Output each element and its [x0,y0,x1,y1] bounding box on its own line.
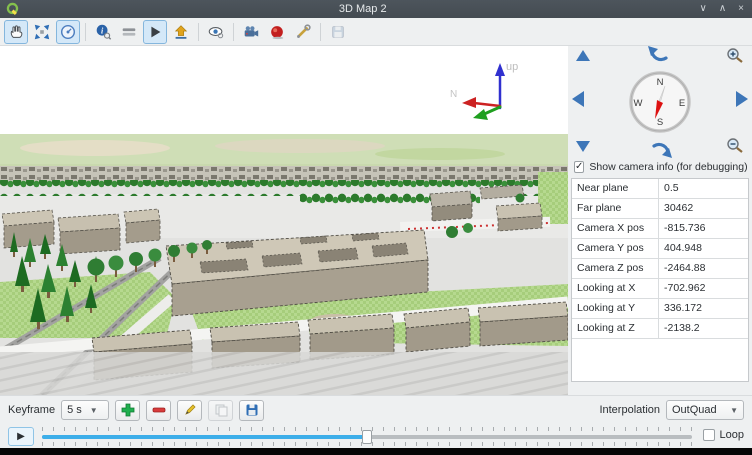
zoom-full-button[interactable] [30,20,54,44]
save-button[interactable] [326,20,350,44]
compass-east-label: E [679,98,685,109]
animation-player-bar: ▶ Loop [0,424,752,448]
zoom-out-button[interactable] [728,139,742,152]
3d-scene: up N [0,46,568,395]
compass-dial[interactable]: N S W E [631,73,689,131]
camera-navigation-widget: N S W E [568,46,752,158]
tilt-down-button[interactable] [576,141,590,152]
table-row: Looking at Y336.172 [572,299,748,319]
show-camera-info-checkbox[interactable]: ✓ [574,161,584,173]
toolbar-separator [320,23,321,41]
rotate-cw-button[interactable] [654,144,672,158]
loop-control: Loop [703,429,744,441]
play-icon: ▶ [17,431,25,442]
shadow-effects-button[interactable] [265,20,289,44]
gizmo-up-label: up [506,61,518,73]
navigation-panel: N S W E ✓ Show camera info (for debuggin… [568,46,752,395]
maximize-button[interactable]: ∧ [719,2,726,16]
move-left-button[interactable] [572,91,584,107]
window-title: 3D Map 2 [26,3,700,15]
table-row: Near plane0.5 [572,179,748,199]
compass-west-label: W [634,98,643,109]
export-scene-button[interactable] [169,20,193,44]
remove-keyframe-button[interactable] [146,400,171,421]
table-row: Looking at Z-2138.2 [572,319,748,339]
rotate-ccw-button[interactable] [648,46,666,60]
table-row: Camera Z pos-2464.88 [572,259,748,279]
play-button[interactable]: ▶ [8,427,34,446]
identify-info-icon: i [94,23,112,41]
3d-viewport[interactable]: up N [0,46,568,395]
export-up-arrow-icon [172,23,190,41]
bottom-strip [0,448,752,455]
plus-icon [121,403,135,417]
pencil-icon [183,403,197,417]
gizmo-north-label: N [450,89,457,100]
minus-icon [152,403,166,417]
timeline-slider[interactable]: Loop [42,427,744,446]
interpolation-select[interactable]: OutQuad ▼ [666,400,744,420]
3d-map-toolbar: i [0,18,752,46]
eye-icon [207,23,225,41]
move-right-button[interactable] [736,91,748,107]
pan-hand-icon [7,23,25,41]
edit-keyframe-button[interactable] [177,400,202,421]
save-animation-icon [245,403,259,417]
table-row: Camera Y pos404.948 [572,239,748,259]
animations-button[interactable] [143,20,167,44]
movie-camera-button[interactable] [239,20,263,44]
title-bar[interactable]: 3D Map 2 ∨ ∧ × [0,0,752,18]
zoom-in-button[interactable] [728,49,742,62]
loop-checkbox[interactable] [703,429,715,441]
play-animation-icon [146,23,164,41]
zoom-full-icon [33,23,51,41]
show-camera-info-row: ✓ Show camera info (for debugging) [568,158,752,176]
movie-camera-icon [242,23,260,41]
chevron-down-icon: ▼ [730,406,738,415]
main-area: up N [0,46,752,395]
wrench-icon [294,23,312,41]
table-row: Camera X pos-815.736 [572,219,748,239]
show-camera-info-label: Show camera info (for debugging) [589,161,747,173]
red-sphere-icon [268,23,286,41]
table-row: Looking at X-702.962 [572,279,748,299]
qgis-3d-map-window: 3D Map 2 ∨ ∧ × [0,0,752,455]
compass-south-label: S [657,117,663,128]
toolbar-separator [233,23,234,41]
camera-info-table: Near plane0.5 Far plane30462 Camera X po… [571,178,749,382]
keyframe-label: Keyframe [8,404,55,416]
chevron-down-icon: ▼ [90,406,98,415]
tilt-up-button[interactable] [576,50,590,61]
duplicate-keyframe-button[interactable] [208,400,233,421]
camera-control-button[interactable] [4,20,28,44]
save-disk-icon [329,23,347,41]
keyframe-value: 5 s [67,404,82,416]
compass-north-label: N [657,77,664,88]
qgis-logo-icon [6,2,20,16]
timeline-track[interactable] [42,435,692,439]
add-keyframe-button[interactable] [115,400,140,421]
table-row: Far plane30462 [572,199,748,219]
on-screen-navigation-button[interactable] [56,20,80,44]
navigation-dial-icon [59,23,77,41]
timeline-progress [42,435,367,439]
toolbar-separator [85,23,86,41]
interpolation-value: OutQuad [672,404,717,416]
measure-line-icon [120,23,138,41]
interpolation-label: Interpolation [599,404,660,416]
loop-label: Loop [720,429,744,441]
close-button[interactable]: × [738,2,744,16]
export-animation-button[interactable] [239,400,264,421]
show-eye-button[interactable] [204,20,228,44]
measurement-line-button[interactable] [117,20,141,44]
identify-button[interactable]: i [91,20,115,44]
keyframe-select[interactable]: 5 s ▼ [61,400,109,420]
animation-keyframe-bar: Keyframe 5 s ▼ [0,395,752,424]
toolbar-separator [198,23,199,41]
minimize-button[interactable]: ∨ [700,2,707,16]
configure-button[interactable] [291,20,315,44]
timeline-ticks [42,442,692,446]
copy-icon [214,403,228,417]
